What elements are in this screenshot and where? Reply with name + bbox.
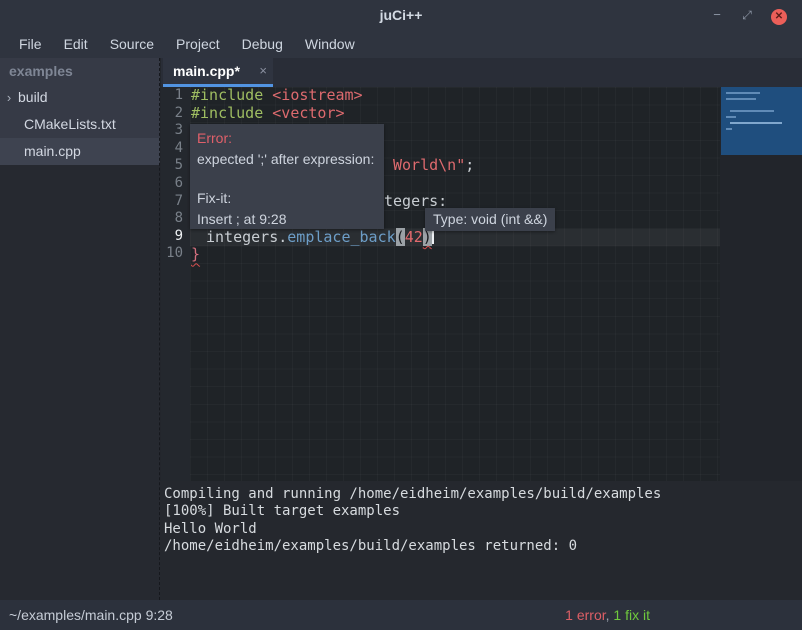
fixit-label: Fix-it:: [197, 190, 231, 206]
code-line-1: #include <iostream>: [191, 87, 363, 105]
code-line-5-fragment: World\n";: [393, 157, 474, 175]
terminal-line: Compiling and running /home/eidheim/exam…: [164, 486, 802, 503]
matched-open-paren: (: [396, 228, 405, 246]
diagnostics-status[interactable]: 1 error, 1 fix it: [565, 600, 650, 630]
restore-icon[interactable]: ⤢: [734, 0, 760, 30]
diagnostic-tooltip: Error: expected ';' after expression: Fi…: [190, 124, 384, 229]
menu-project[interactable]: Project: [165, 32, 231, 56]
line-number: 8: [161, 210, 190, 228]
window-title: juCi++: [0, 0, 802, 30]
fixit-message: Insert ; at 9:28: [197, 211, 287, 227]
titlebar[interactable]: juCi++ − ⤢ ✕: [0, 0, 802, 30]
menu-debug[interactable]: Debug: [231, 32, 294, 56]
include-header: <vector>: [272, 104, 344, 122]
tree-item-cmakelists[interactable]: CMakeLists.txt: [0, 111, 160, 138]
close-button[interactable]: ✕: [766, 0, 792, 30]
minimize-button[interactable]: −: [704, 0, 730, 30]
menu-file[interactable]: File: [8, 32, 53, 56]
include-header: <iostream>: [272, 86, 362, 104]
line-number: 1: [161, 87, 190, 105]
line-number: 4: [161, 140, 190, 158]
semicolon: ;: [465, 156, 474, 174]
line-number-current: 9: [161, 228, 190, 246]
object-name: integers.: [206, 228, 287, 246]
code-line-9: integers.emplace_back(42): [191, 229, 434, 247]
close-icon: ✕: [771, 9, 787, 25]
tabbar: main.cpp* ×: [161, 58, 802, 87]
tree-item-build[interactable]: ›build: [0, 84, 160, 111]
file-location-status: ~/examples/main.cpp 9:28: [9, 600, 173, 630]
tab-main-cpp[interactable]: main.cpp* ×: [163, 58, 273, 87]
include-directive: #include: [191, 104, 272, 122]
sidebar-empty-area: [0, 164, 160, 600]
code-line-10: }: [191, 246, 200, 264]
line-number: 6: [161, 175, 190, 193]
fixit-count[interactable]: 1 fix it: [613, 607, 650, 623]
terminal-line: Hello World: [164, 521, 802, 538]
tree-item-label: main.cpp: [0, 143, 81, 159]
method-name: emplace_back: [287, 228, 395, 246]
statusbar: ~/examples/main.cpp 9:28 1 error, 1 fix …: [0, 600, 802, 630]
code-line-2: #include <vector>: [191, 105, 345, 123]
line-number: 5: [161, 157, 190, 175]
closing-brace: }: [191, 245, 200, 263]
menu-edit[interactable]: Edit: [53, 32, 99, 56]
number-literal: 42: [405, 228, 423, 246]
menu-window[interactable]: Window: [294, 32, 366, 56]
terminal-line: /home/eidheim/examples/build/examples re…: [164, 538, 802, 555]
tree-item-label: CMakeLists.txt: [0, 116, 116, 132]
include-directive: #include: [191, 86, 272, 104]
tab-label: main.cpp*: [173, 63, 240, 79]
menubar: File Edit Source Project Debug Window: [0, 30, 802, 58]
line-number-gutter: 1 2 3 4 5 6 7 8 9 10: [161, 87, 190, 481]
menu-source[interactable]: Source: [99, 32, 165, 56]
project-name-label: examples: [0, 58, 160, 84]
error-label: Error:: [197, 130, 232, 146]
terminal-output[interactable]: Compiling and running /home/eidheim/exam…: [160, 481, 802, 600]
tree-item-main-cpp-selected[interactable]: main.cpp: [0, 138, 160, 165]
text-cursor: [432, 230, 434, 244]
error-count[interactable]: 1 error: [565, 607, 605, 623]
terminal-line: [100%] Built target examples: [164, 503, 802, 520]
chevron-right-icon[interactable]: ›: [0, 84, 18, 111]
string-literal: World\n": [393, 156, 465, 174]
line-number: 2: [161, 105, 190, 123]
line-number: 3: [161, 122, 190, 140]
minimap[interactable]: [721, 87, 802, 155]
type-tooltip: Type: void (int &&): [425, 208, 555, 231]
tree-item-label: build: [18, 89, 48, 105]
error-message: expected ';' after expression:: [197, 151, 374, 167]
line-number: 7: [161, 193, 190, 211]
tab-close-icon[interactable]: ×: [259, 58, 267, 84]
app-window: juCi++ − ⤢ ✕ File Edit Source Project De…: [0, 0, 802, 630]
line-number: 10: [161, 245, 190, 263]
